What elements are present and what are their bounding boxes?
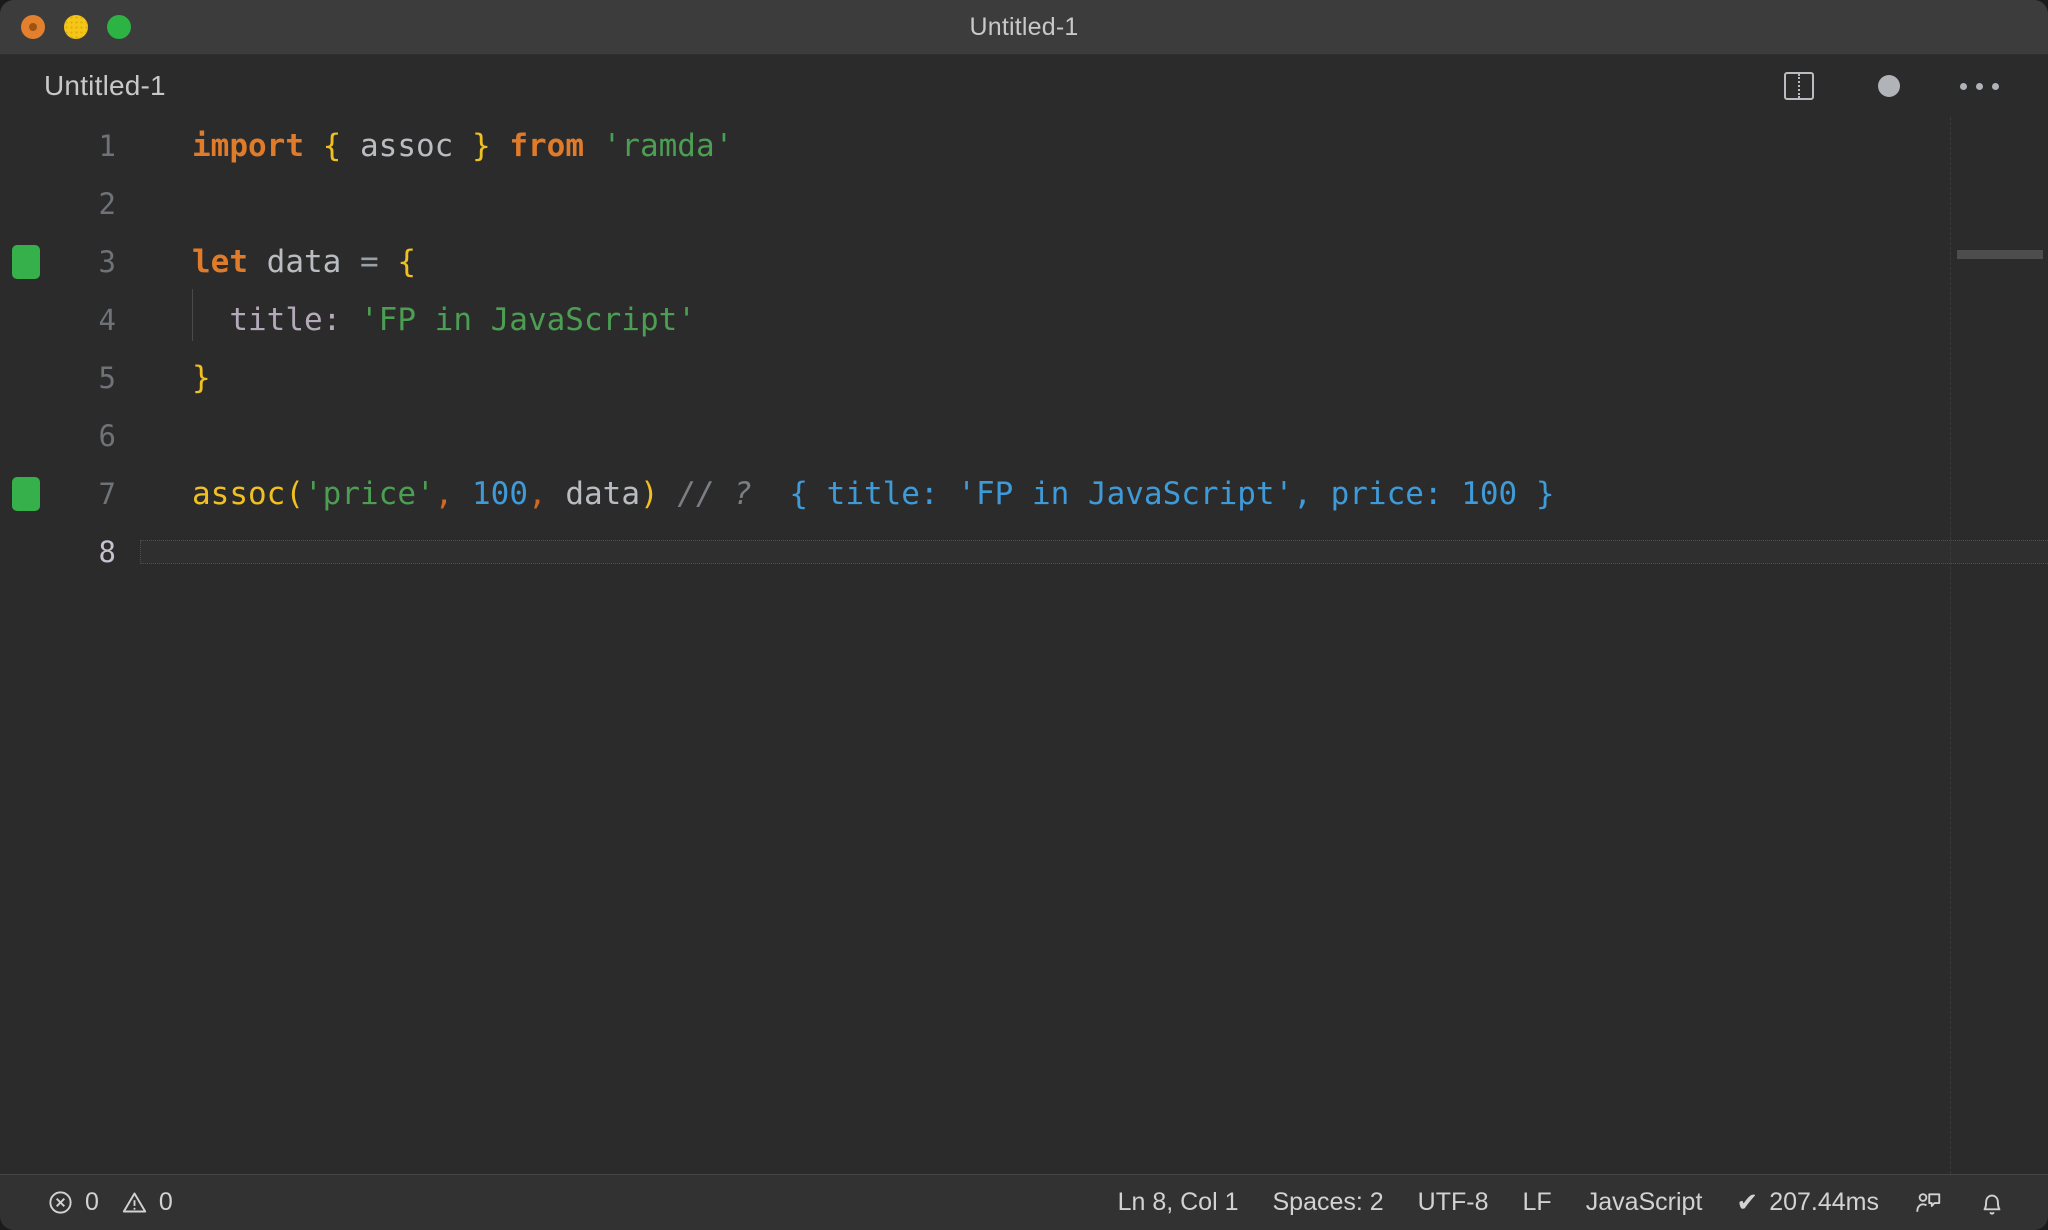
code-line[interactable]: 1 import { assoc } from 'ramda': [0, 117, 2048, 175]
runtime-status[interactable]: ✔ 207.44ms: [1719, 1181, 1896, 1225]
code-token: {: [322, 128, 342, 164]
code-lines[interactable]: 1 import { assoc } from 'ramda' 2 3 let data…: [0, 117, 2048, 581]
code-token: ,: [434, 476, 454, 512]
code-token: 'price': [304, 476, 435, 512]
status-bar-right: Ln 8, Col 1 Spaces: 2 UTF-8 LF JavaScrip…: [1101, 1181, 2024, 1225]
code-line-text[interactable]: assoc('price', 100, data) // ? { title: …: [140, 465, 2048, 523]
tab-untitled-1[interactable]: Untitled-1: [44, 70, 166, 102]
line-number: 8: [98, 535, 116, 569]
code-token: }: [471, 128, 491, 164]
code-line[interactable]: 2: [0, 175, 2048, 233]
code-token: =: [360, 244, 379, 280]
code-line[interactable]: 4 title: 'FP in JavaScript': [0, 289, 2048, 349]
cursor-position[interactable]: Ln 8, Col 1: [1101, 1181, 1256, 1225]
line-number: 4: [98, 303, 116, 337]
code-token: data: [565, 476, 640, 512]
window-title: Untitled-1: [969, 12, 1079, 41]
line-number: 1: [98, 129, 116, 163]
code-token: }: [192, 360, 211, 396]
more-actions-button[interactable]: [1958, 65, 2000, 107]
editor-window: Untitled-1 Untitled-1 1 import { assoc } …: [0, 0, 2048, 1230]
minimize-window-button[interactable]: [64, 15, 88, 39]
code-line[interactable]: 3 let data = {: [0, 233, 2048, 291]
warning-count: 0: [158, 1188, 173, 1216]
git-added-marker-icon: [12, 477, 40, 511]
code-token: ): [640, 476, 659, 512]
feedback-person-icon: [1913, 1188, 1943, 1218]
notifications-button[interactable]: [1960, 1181, 2024, 1225]
unsaved-indicator-icon: [1878, 75, 1900, 97]
code-token: data: [266, 244, 342, 280]
code-line-text[interactable]: import { assoc } from 'ramda': [140, 117, 2048, 175]
code-line[interactable]: 5}: [0, 349, 2048, 407]
code-line-text[interactable]: }: [140, 349, 2048, 407]
editor-actions: [1778, 65, 2018, 107]
window-titlebar: Untitled-1: [0, 0, 2048, 55]
code-token: import: [192, 128, 304, 164]
minimap[interactable]: [1950, 117, 2048, 1174]
editor-tab-row: Untitled-1: [0, 55, 2048, 117]
language-mode[interactable]: JavaScript: [1569, 1181, 1720, 1225]
code-token: from: [509, 128, 584, 164]
status-bar-left: 0 0: [30, 1181, 190, 1225]
split-editor-button[interactable]: [1778, 65, 1820, 107]
line-number: 2: [98, 187, 116, 221]
code-token: // ?: [677, 476, 752, 512]
more-actions-icon: [1959, 82, 1999, 90]
indentation-setting[interactable]: Spaces: 2: [1255, 1181, 1400, 1225]
line-number: 6: [98, 419, 116, 453]
code-token: 100: [472, 476, 528, 512]
code-token: :: [322, 302, 342, 338]
close-window-button[interactable]: [21, 15, 45, 39]
status-bar: 0 0 Ln 8, Col 1 Spaces: 2 UTF-8 LF JavaS…: [0, 1174, 2048, 1230]
error-circle-icon: [47, 1189, 74, 1216]
feedback-button[interactable]: [1896, 1181, 1960, 1225]
code-token: assoc: [341, 128, 472, 164]
code-line-text[interactable]: let data = {: [140, 233, 2048, 291]
code-token: 'ramda': [602, 128, 734, 164]
code-token: let: [192, 244, 248, 280]
maximize-window-button[interactable]: [107, 15, 131, 39]
line-number: 5: [98, 361, 116, 395]
code-line-text[interactable]: title: 'FP in JavaScript': [140, 289, 2048, 349]
code-token: {: [397, 244, 417, 280]
code-line[interactable]: 6: [0, 407, 2048, 465]
git-added-marker-icon: [12, 245, 40, 279]
traffic-lights: [21, 15, 131, 39]
code-token: assoc: [192, 476, 286, 512]
runtime-duration: 207.44ms: [1769, 1188, 1879, 1216]
code-token: ,: [528, 476, 547, 512]
file-encoding[interactable]: UTF-8: [1401, 1181, 1506, 1225]
code-line[interactable]: 8: [0, 523, 2048, 581]
notifications-bell-icon: [1977, 1188, 2007, 1218]
end-of-line-setting[interactable]: LF: [1506, 1181, 1569, 1225]
code-editor[interactable]: 1 import { assoc } from 'ramda' 2 3 let data…: [0, 117, 2048, 1174]
warning-triangle-icon: [121, 1189, 148, 1216]
error-count: 0: [85, 1188, 99, 1216]
unsaved-indicator-button[interactable]: [1868, 65, 1910, 107]
code-token: (: [285, 476, 304, 512]
code-token: 'FP in JavaScript': [360, 302, 696, 338]
code-token: { title: 'FP in JavaScript', price: 100 …: [789, 476, 1555, 512]
indent-guide: [192, 289, 193, 341]
minimap-line-marker: [1957, 250, 2043, 259]
code-token: title: [229, 302, 323, 338]
split-editor-icon: [1784, 72, 1814, 100]
code-line[interactable]: 7 assoc('price', 100, data) // ? { title:…: [0, 465, 2048, 523]
check-icon: ✔: [1736, 1187, 1759, 1217]
problems-status[interactable]: 0 0: [30, 1181, 190, 1225]
